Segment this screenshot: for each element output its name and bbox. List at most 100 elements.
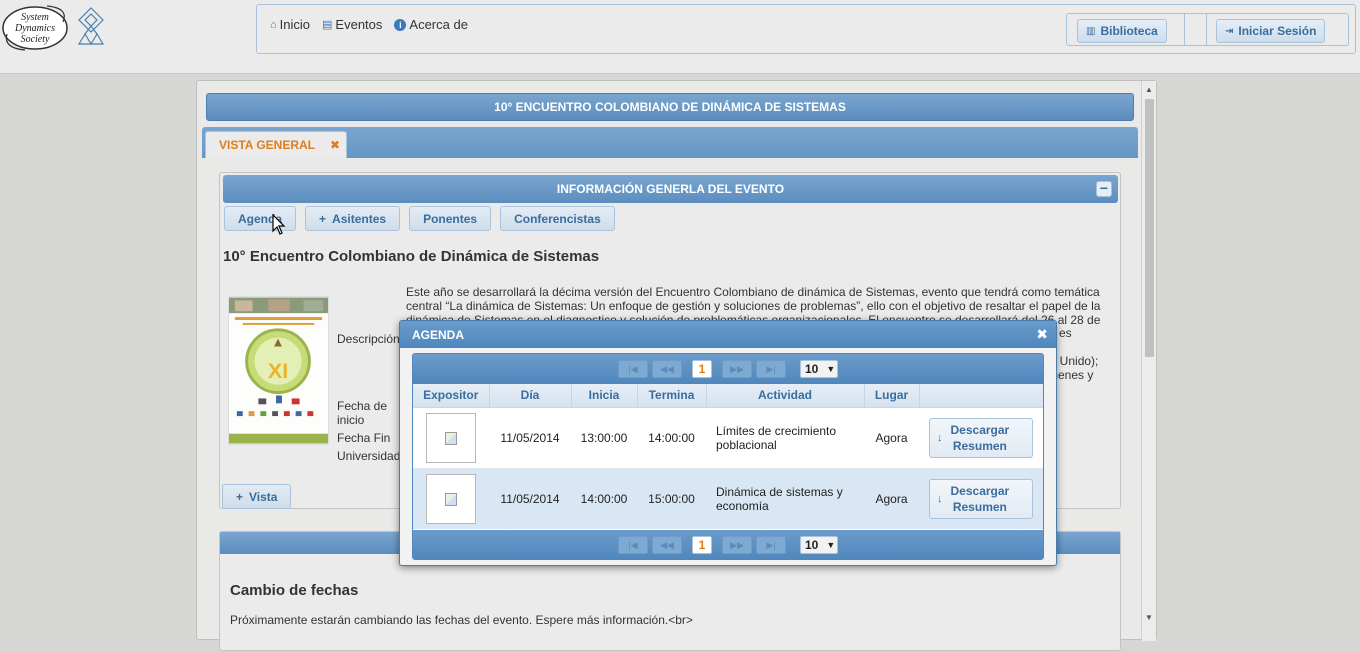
- organization-emblem-icon: [77, 7, 105, 45]
- column-header-termina[interactable]: Termina: [637, 384, 707, 408]
- table-row[interactable]: 11/05/2014 14:00:00 15:00:00 Dinámica de…: [413, 468, 1043, 529]
- prev-page-button[interactable]: ◀◀: [652, 536, 682, 554]
- svg-text:System: System: [21, 12, 49, 23]
- agenda-table: Expositor Día Inicia Termina Actividad L…: [413, 384, 1043, 529]
- home-icon: ⌂: [270, 18, 277, 31]
- info-icon: i: [394, 18, 407, 31]
- rows-per-page-select[interactable]: 10 ▼: [800, 360, 838, 378]
- top-bar: System Dynamics Society ⌂ Inicio ▤ Event…: [0, 0, 1360, 74]
- broken-image-icon: [445, 492, 457, 506]
- event-title-bar: 10° ENCUENTRO COLOMBIANO DE DINÁMICA DE …: [206, 93, 1134, 121]
- toolbar-divider: [1184, 14, 1185, 45]
- plus-icon: +: [319, 211, 327, 226]
- plus-icon: +: [236, 489, 244, 504]
- nav-right-toolbar: ▥ Biblioteca ⇥ Iniciar Sesión: [1066, 13, 1349, 46]
- book-icon: ▥: [1086, 25, 1096, 37]
- fecha-fin-label: Fecha Fin: [337, 431, 391, 445]
- last-page-button[interactable]: ▶|: [756, 360, 786, 378]
- description-continued: es: [1059, 326, 1072, 340]
- news-title: Cambio de fechas: [230, 582, 359, 599]
- first-page-button[interactable]: |◀: [618, 360, 648, 378]
- page-scrollbar[interactable]: ▲ ▼: [1141, 81, 1156, 641]
- mouse-cursor-icon: [272, 214, 286, 235]
- chevron-down-icon: ▼: [826, 540, 836, 550]
- asistentes-button[interactable]: + Asitentes: [305, 206, 401, 231]
- prev-page-button[interactable]: ◀◀: [652, 360, 682, 378]
- rows-per-page-select[interactable]: 10 ▼: [800, 536, 838, 554]
- fecha-inicio-label-2: inicio: [337, 413, 365, 427]
- lugar-cell: Agora: [864, 407, 919, 469]
- column-header-expositor[interactable]: Expositor: [413, 384, 490, 408]
- login-icon: ⇥: [1225, 25, 1234, 37]
- broken-image-icon: [445, 431, 457, 445]
- column-header-inicia[interactable]: Inicia: [571, 384, 638, 408]
- first-page-button[interactable]: |◀: [618, 536, 648, 554]
- fecha-inicio-label: Fecha de: [337, 399, 388, 413]
- news-text: Próximamente estarán cambiando las fecha…: [230, 613, 693, 627]
- next-page-button[interactable]: ▶▶: [722, 536, 752, 554]
- expositor-image: [426, 473, 476, 524]
- close-tab-icon[interactable]: ✖: [330, 138, 340, 152]
- biblioteca-button[interactable]: ▥ Biblioteca: [1077, 19, 1167, 43]
- tab-bar: VISTA GENERAL ✖: [202, 127, 1138, 158]
- table-row[interactable]: 11/05/2014 13:00:00 14:00:00 Límites de …: [413, 407, 1043, 469]
- actividad-cell: Dinámica de sistemas y economía: [706, 468, 864, 529]
- scroll-down-icon[interactable]: ▼: [1145, 613, 1153, 622]
- column-header-dia[interactable]: Día: [489, 384, 572, 408]
- download-summary-button[interactable]: ↓ Descargar Resumen: [929, 417, 1033, 458]
- event-poster-image: XI: [228, 296, 329, 445]
- conferencistas-button[interactable]: Conferencistas: [500, 206, 615, 231]
- inicia-cell: 13:00:00: [571, 407, 637, 469]
- download-arrow-icon: ↓: [937, 492, 943, 505]
- termina-cell: 14:00:00: [637, 407, 706, 469]
- toolbar-divider: [1206, 14, 1207, 45]
- nav-acerca-de[interactable]: i Acerca de: [394, 17, 468, 32]
- next-page-button[interactable]: ▶▶: [722, 360, 752, 378]
- descripcion-label: Descripción: [337, 332, 400, 346]
- svg-text:Dynamics: Dynamics: [14, 23, 55, 34]
- expositor-cell: [413, 468, 489, 529]
- page-number-button[interactable]: 1: [692, 536, 712, 554]
- column-header-lugar[interactable]: Lugar: [864, 384, 920, 408]
- top-paginator: |◀ ◀◀ 1 ▶▶ ▶| 10 ▼: [413, 354, 1043, 384]
- actions-cell: ↓ Descargar Resumen: [919, 407, 1043, 469]
- termina-cell: 15:00:00: [637, 468, 706, 529]
- login-button[interactable]: ⇥ Iniciar Sesión: [1216, 19, 1326, 43]
- close-dialog-icon[interactable]: ✖: [1036, 326, 1048, 343]
- dia-cell: 11/05/2014: [489, 407, 571, 469]
- inicia-cell: 14:00:00: [571, 468, 637, 529]
- actions-cell: ↓ Descargar Resumen: [919, 468, 1043, 529]
- agenda-table-container: |◀ ◀◀ 1 ▶▶ ▶| 10 ▼ Expositor Día Inicia …: [412, 353, 1044, 560]
- column-header-actions: [919, 384, 1043, 408]
- nav-inicio[interactable]: ⌂ Inicio: [270, 17, 310, 32]
- tab-vista-general[interactable]: VISTA GENERAL ✖: [205, 131, 347, 158]
- scroll-up-icon[interactable]: ▲: [1145, 85, 1153, 94]
- column-header-actividad[interactable]: Actividad: [706, 384, 865, 408]
- scrollbar-thumb[interactable]: [1145, 99, 1154, 357]
- nav-eventos[interactable]: ▤ Eventos: [322, 17, 382, 32]
- system-dynamics-society-logo[interactable]: System Dynamics Society: [1, 4, 71, 52]
- lugar-cell: Agora: [864, 468, 919, 529]
- chevron-down-icon: ▼: [826, 364, 836, 374]
- page-number-button[interactable]: 1: [692, 360, 712, 378]
- collapse-button[interactable]: −: [1096, 181, 1112, 197]
- download-arrow-icon: ↓: [937, 431, 943, 444]
- vista-button[interactable]: + Vista: [222, 484, 292, 509]
- svg-text:Society: Society: [21, 34, 50, 45]
- event-name: 10° Encuentro Colombiano de Dinámica de …: [223, 248, 600, 265]
- agenda-dialog: AGENDA ✖ |◀ ◀◀ 1 ▶▶ ▶| 10 ▼ Expositor Dí…: [399, 320, 1057, 566]
- universidad-label: Universidad: [337, 449, 401, 463]
- svg-text:XI: XI: [268, 358, 288, 383]
- calendar-icon: ▤: [322, 19, 333, 31]
- main-navigation: ⌂ Inicio ▤ Eventos i Acerca de ▥ Bibliot…: [256, 4, 1356, 54]
- bottom-paginator: |◀ ◀◀ 1 ▶▶ ▶| 10 ▼: [413, 530, 1043, 559]
- ponentes-button[interactable]: Ponentes: [409, 206, 492, 231]
- dialog-titlebar[interactable]: AGENDA ✖: [400, 321, 1056, 348]
- expositor-image: [426, 412, 476, 463]
- actividad-cell: Límites de crecimiento poblacional: [706, 407, 864, 469]
- expositor-cell: [413, 407, 489, 469]
- info-panel-header: INFORMACIÓN GENERLA DEL EVENTO −: [223, 175, 1118, 203]
- download-summary-button[interactable]: ↓ Descargar Resumen: [929, 478, 1033, 519]
- dia-cell: 11/05/2014: [489, 468, 571, 529]
- last-page-button[interactable]: ▶|: [756, 536, 786, 554]
